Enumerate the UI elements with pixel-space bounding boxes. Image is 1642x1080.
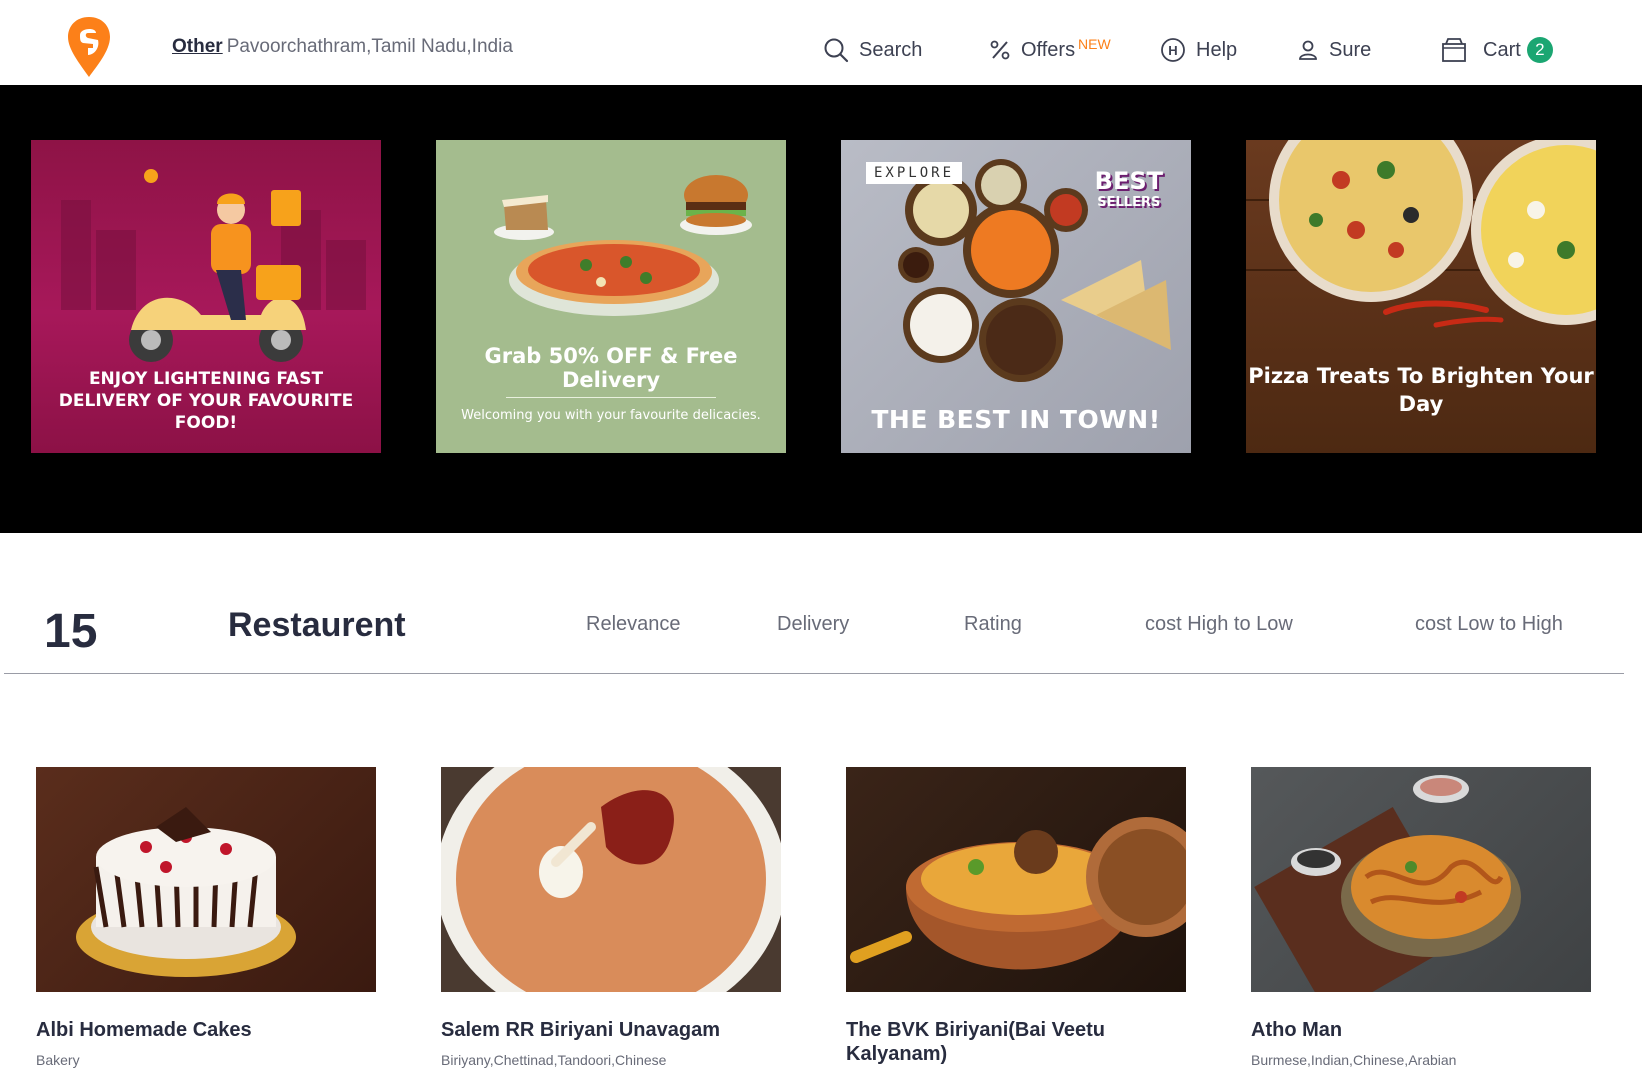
pizza-burger-illustration	[494, 175, 752, 316]
banner-2-subtext: Welcoming you with your favourite delica…	[461, 408, 761, 423]
restaurant-image-noodles[interactable]	[1251, 767, 1591, 992]
cart-count-badge: 2	[1526, 37, 1553, 63]
banner-4-text: Pizza Treats To Brighten Your Day	[1248, 364, 1594, 416]
nav-help[interactable]: H Help	[1160, 36, 1237, 64]
banner-2-divider	[506, 397, 716, 398]
nav-cart[interactable]: Cart 2	[1441, 36, 1553, 64]
user-icon	[1297, 39, 1319, 61]
delivery-scooter-illustration	[61, 169, 366, 362]
help-icon: H	[1160, 37, 1186, 63]
cart-bag-icon	[1441, 37, 1467, 63]
location-type[interactable]: Other	[172, 36, 223, 57]
sort-rating[interactable]: Rating	[964, 613, 1022, 636]
location-address: Pavoorchathram,Tamil Nadu,India	[226, 36, 513, 57]
nav-account-label: Sure	[1329, 38, 1372, 61]
pizza-illustration	[1246, 140, 1596, 328]
restaurant-card[interactable]: The BVK Biriyani(Bai Veetu Kalyanam)	[846, 767, 1186, 1076]
noodle-bowl-illustration	[1254, 775, 1521, 992]
restaurant-name[interactable]: Atho Man	[1251, 1018, 1591, 1042]
restaurant-name[interactable]: Salem RR Biriyani Unavagam	[441, 1018, 781, 1042]
best-sellers-badge: BEST SELLERS	[1094, 167, 1163, 214]
percent-icon	[989, 39, 1011, 61]
restaurant-label: Restaurent	[228, 606, 406, 644]
sort-divider	[4, 673, 1624, 674]
sort-cost-low-to-high[interactable]: cost Low to High	[1415, 613, 1563, 636]
restaurant-count: 15	[44, 605, 98, 658]
sort-relevance[interactable]: Relevance	[586, 613, 681, 636]
banner-3-text: THE BEST IN TOWN!	[871, 405, 1161, 434]
cake-illustration	[76, 807, 296, 977]
swiggy-logo-icon[interactable]	[66, 15, 112, 79]
banner-card-offer[interactable]: Grab 50% OFF & Free Delivery Welcoming y…	[436, 140, 786, 453]
sort-cost-high-to-low[interactable]: cost High to Low	[1145, 613, 1293, 636]
restaurant-name[interactable]: The BVK Biriyani(Bai Veetu Kalyanam)	[846, 1018, 1186, 1066]
banner-2-headline: Grab 50% OFF & Free Delivery	[484, 344, 738, 392]
restaurant-image-bvk-biriyani[interactable]	[846, 767, 1186, 992]
biriyani-pot-illustration	[850, 817, 1186, 970]
banner-1-text: ENJOY LIGHTENING FAST DELIVERY OF YOUR F…	[58, 369, 354, 433]
nav-search[interactable]: Search	[823, 36, 922, 64]
banner-card-pizza[interactable]: Pizza Treats To Brighten Your Day	[1246, 140, 1596, 453]
sort-delivery[interactable]: Delivery	[777, 613, 849, 636]
banner-card-bestsellers[interactable]: EXPLORE BEST SELLERS THE BEST IN TOWN!	[841, 140, 1191, 453]
svg-text:H: H	[1168, 43, 1177, 58]
nav-offers-label: Offers	[1021, 38, 1076, 61]
restaurant-image-biriyani[interactable]	[441, 767, 781, 992]
restaurant-card[interactable]: Atho Man Burmese,Indian,Chinese,Arabian	[1251, 767, 1591, 1068]
restaurant-cuisine: Burmese,Indian,Chinese,Arabian	[1251, 1052, 1457, 1068]
restaurant-cuisine: Biriyany,Chettinad,Tandoori,Chinese	[441, 1052, 667, 1068]
nav-help-label: Help	[1196, 38, 1238, 61]
nav-offers[interactable]: Offers	[989, 36, 1075, 64]
restaurant-card[interactable]: Salem RR Biriyani Unavagam Biriyany,Chet…	[441, 767, 781, 1068]
nav-cart-label: Cart	[1483, 38, 1521, 61]
location-selector[interactable]: Other Pavoorchathram,Tamil Nadu,India	[172, 36, 513, 58]
restaurant-name[interactable]: Albi Homemade Cakes	[36, 1018, 376, 1042]
biriyani-plate-illustration	[441, 767, 781, 992]
best-badge-text: BEST	[1094, 167, 1163, 195]
nav-account[interactable]: Sure	[1297, 36, 1371, 64]
search-icon	[823, 37, 849, 63]
nav-search-label: Search	[859, 38, 923, 61]
restaurant-cuisine: Bakery	[36, 1052, 80, 1068]
restaurant-image-cake[interactable]	[36, 767, 376, 992]
sellers-badge-text: SELLERS	[1097, 195, 1161, 210]
banner-card-delivery[interactable]: ENJOY LIGHTENING FAST DELIVERY OF YOUR F…	[31, 140, 381, 453]
explore-tag: EXPLORE	[866, 162, 963, 184]
offers-new-badge: NEW	[1078, 36, 1111, 52]
restaurant-card[interactable]: Albi Homemade Cakes Bakery	[36, 767, 376, 1068]
top-header: Other Pavoorchathram,Tamil Nadu,India Sea…	[0, 0, 1642, 85]
